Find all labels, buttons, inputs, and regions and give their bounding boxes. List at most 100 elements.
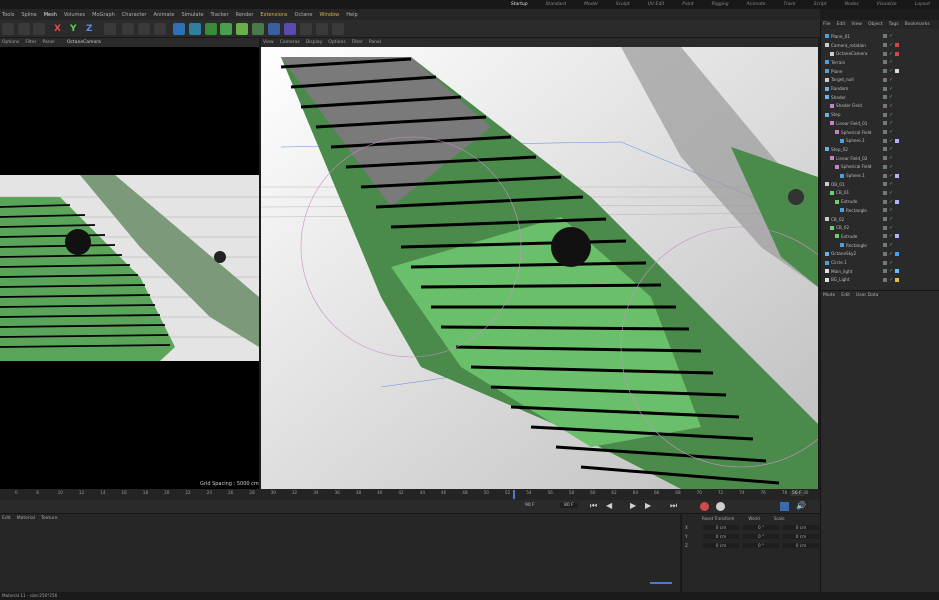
visibility-toggle[interactable] (883, 190, 887, 195)
step-back-icon[interactable]: ◀ (606, 501, 612, 510)
enable-check-icon[interactable]: ✓ (889, 138, 893, 144)
visibility-toggle[interactable] (883, 164, 887, 169)
playhead[interactable] (513, 490, 515, 499)
menu-help[interactable]: Help (346, 12, 357, 18)
object-row[interactable]: Step ✓ (821, 110, 939, 119)
autokey-icon[interactable] (716, 502, 725, 511)
object-name[interactable]: Random (831, 86, 848, 91)
start-frame-field[interactable]: 90 F (525, 503, 535, 508)
menu-window[interactable]: Window (320, 12, 340, 18)
visibility-toggle[interactable] (883, 277, 887, 282)
coord-header-reset[interactable]: Reset Transform (702, 516, 734, 521)
rotation-field[interactable]: 0 ° (743, 525, 779, 530)
tag-icon[interactable] (895, 234, 900, 239)
cube-icon[interactable] (173, 23, 185, 35)
rotation-field[interactable]: 0 ° (743, 534, 779, 539)
visibility-toggle[interactable] (883, 251, 887, 256)
enable-check-icon[interactable]: ✓ (889, 233, 893, 239)
end-frame-field[interactable]: 80 F (560, 503, 578, 508)
object-name[interactable]: Plane (831, 69, 843, 74)
object-name[interactable]: Step (831, 112, 841, 117)
coordinate-system-icon[interactable] (104, 23, 116, 35)
tag-icon[interactable] (895, 277, 900, 282)
enable-check-icon[interactable]: ✓ (889, 190, 893, 196)
mm-menu-material[interactable]: Material (17, 516, 35, 521)
object-name[interactable]: Terrain (831, 60, 845, 65)
tag-icon[interactable] (895, 51, 900, 56)
viewport-menu-filter[interactable]: Filter (352, 40, 363, 45)
visibility-toggle[interactable] (883, 182, 887, 187)
viewport-menu-panel[interactable]: Panel (43, 40, 55, 45)
undo-icon[interactable] (2, 23, 14, 35)
render-view-icon[interactable] (122, 23, 134, 35)
object-row[interactable]: Sphere.1 ✓ (821, 136, 939, 145)
visibility-toggle[interactable] (883, 95, 887, 100)
layout-tab-uv-edit[interactable]: UV Edit (639, 2, 674, 7)
tag-icon[interactable] (895, 269, 900, 274)
light-icon[interactable] (332, 23, 344, 35)
visibility-toggle[interactable] (883, 60, 887, 65)
visibility-toggle[interactable] (883, 43, 887, 48)
enable-check-icon[interactable]: ✓ (889, 129, 893, 135)
enable-check-icon[interactable]: ✓ (889, 173, 893, 179)
enable-check-icon[interactable]: ✓ (889, 216, 893, 222)
enable-check-icon[interactable]: ✓ (889, 268, 893, 274)
menu-volumes[interactable]: Volumes (64, 12, 85, 18)
layout-tab-rigging[interactable]: Rigging (703, 2, 738, 7)
object-name[interactable]: Shader Field (836, 103, 862, 108)
object-name[interactable]: Step_02 (831, 147, 848, 152)
go-to-start-icon[interactable]: ⏮ (590, 501, 597, 511)
rotation-field[interactable]: 0 ° (743, 543, 779, 548)
object-name[interactable]: CB_02 (831, 217, 844, 222)
right-viewport[interactable]: View Cameras Display Options Filter Pane… (261, 38, 818, 489)
field-icon[interactable] (252, 23, 264, 35)
position-field[interactable]: 0 cm (703, 525, 739, 530)
left-viewport[interactable]: Options Filter Panel OctaneCamera Grid S… (0, 38, 259, 489)
menu-extensions[interactable]: Extensions (260, 12, 287, 18)
render-picture-viewer-icon[interactable] (138, 23, 150, 35)
x-axis-toggle[interactable]: X (54, 24, 61, 34)
enable-check-icon[interactable]: ✓ (889, 199, 893, 205)
mm-menu-texture[interactable]: Texture (41, 516, 57, 521)
object-row[interactable]: OB_01 ✓ (821, 180, 939, 189)
object-name[interactable]: Circle.1 (831, 260, 847, 265)
object-row[interactable]: Sphere.1 ✓ (821, 171, 939, 180)
viewport-menu-display[interactable]: Display (306, 40, 323, 45)
position-field[interactable]: 0 cm (703, 534, 739, 539)
object-name[interactable]: OB_01 (831, 182, 845, 187)
object-row[interactable]: Plane ✓ (821, 67, 939, 76)
am-menu-mode[interactable]: Mode (823, 293, 835, 298)
layout-tab-nodes[interactable]: Nodes (836, 2, 868, 7)
object-name[interactable]: CB_01 (836, 190, 849, 195)
menu-tools[interactable]: Tools (2, 12, 14, 18)
spline-wrap-icon[interactable] (284, 23, 296, 35)
om-menu-bookmarks[interactable]: Bookmarks (905, 22, 930, 27)
object-row[interactable]: CB_02 ✓ (821, 215, 939, 224)
tag-icon[interactable] (895, 43, 900, 48)
tag-icon[interactable] (895, 173, 900, 178)
layout-tab-visualize[interactable]: Visualize (868, 2, 906, 7)
object-row[interactable]: Spherical Field ✓ (821, 163, 939, 172)
visibility-toggle[interactable] (883, 130, 887, 135)
current-frame-display[interactable]: 56 F (790, 491, 804, 496)
object-row[interactable]: OctaneCamera ✓ (821, 49, 939, 58)
enable-check-icon[interactable]: ✓ (889, 225, 893, 231)
object-name[interactable]: Spherical Field (841, 164, 871, 169)
environment-icon[interactable] (268, 23, 280, 35)
deformer-icon[interactable] (236, 23, 248, 35)
visibility-toggle[interactable] (883, 34, 887, 39)
object-row[interactable]: Shader ✓ (821, 93, 939, 102)
object-name[interactable]: Rectangle (846, 208, 867, 213)
object-row[interactable]: Main_light ✓ (821, 267, 939, 276)
go-to-end-icon[interactable]: ⏭ (670, 501, 677, 511)
visibility-toggle[interactable] (883, 217, 887, 222)
om-menu-edit[interactable]: Edit (837, 22, 846, 27)
am-menu-user-data[interactable]: User Data (856, 293, 878, 298)
viewport-menu-view[interactable]: View (263, 40, 274, 45)
tag-icon[interactable] (895, 69, 900, 74)
menu-mesh[interactable]: Mesh (44, 12, 57, 18)
visibility-toggle[interactable] (883, 234, 887, 239)
object-row[interactable]: CB_01 ✓ (821, 189, 939, 198)
layout-tab-layout[interactable]: Layout (906, 2, 939, 7)
layout-tab-track[interactable]: Track (775, 2, 805, 7)
